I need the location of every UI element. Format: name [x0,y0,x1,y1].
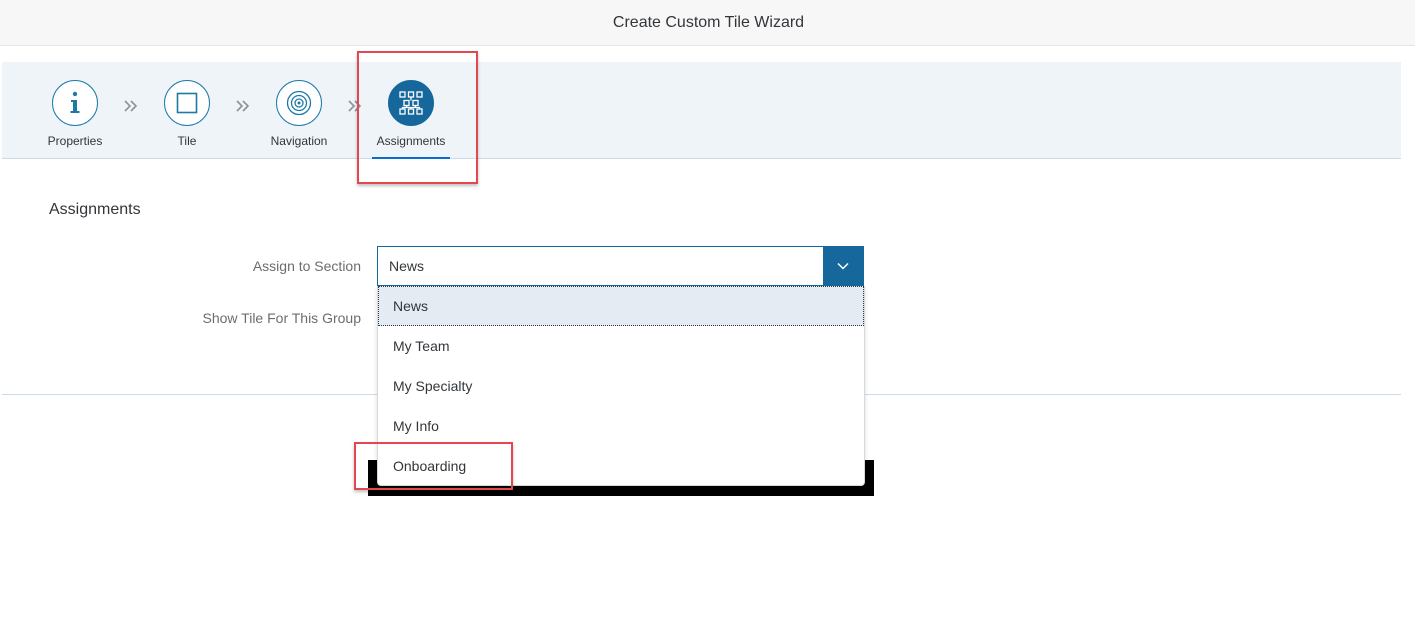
dropdown-option-my-specialty[interactable]: My Specialty [378,366,864,406]
step-tile-circle[interactable] [164,80,210,126]
double-chevron-right-icon [233,96,253,116]
dropdown-toggle-button[interactable] [823,247,863,285]
step-properties-circle[interactable] [52,80,98,126]
step-navigation[interactable]: Navigation [251,80,347,148]
info-icon [70,91,80,113]
square-icon [176,92,198,114]
onboarding-highlight-annotation [354,442,513,490]
wizard-header: Create Custom Tile Wizard [0,0,1415,46]
select-value[interactable]: News [378,258,823,274]
dropdown-option-news[interactable]: News [378,286,864,326]
assign-to-section-select[interactable]: News [377,246,864,286]
section-title: Assignments [49,201,141,218]
show-tile-group-label: Show Tile For This Group [202,310,361,326]
double-chevron-right-icon [121,96,141,116]
chevron-down-icon [837,262,849,270]
step-navigation-label: Navigation [270,134,328,148]
dropdown-option-my-info[interactable]: My Info [378,406,864,446]
target-icon [286,90,312,116]
step-properties-label: Properties [47,134,103,148]
assign-to-section-label: Assign to Section [252,258,361,274]
wizard-progress-bar: Properties Tile Navigation Assignments [2,62,1401,159]
step-highlight-annotation [357,51,478,184]
step-tile-label: Tile [177,134,197,148]
step-properties[interactable]: Properties [27,80,123,148]
step-tile[interactable]: Tile [139,80,235,148]
dropdown-option-my-team[interactable]: My Team [378,326,864,366]
wizard-title: Create Custom Tile Wizard [612,13,805,31]
step-navigation-circle[interactable] [276,80,322,126]
